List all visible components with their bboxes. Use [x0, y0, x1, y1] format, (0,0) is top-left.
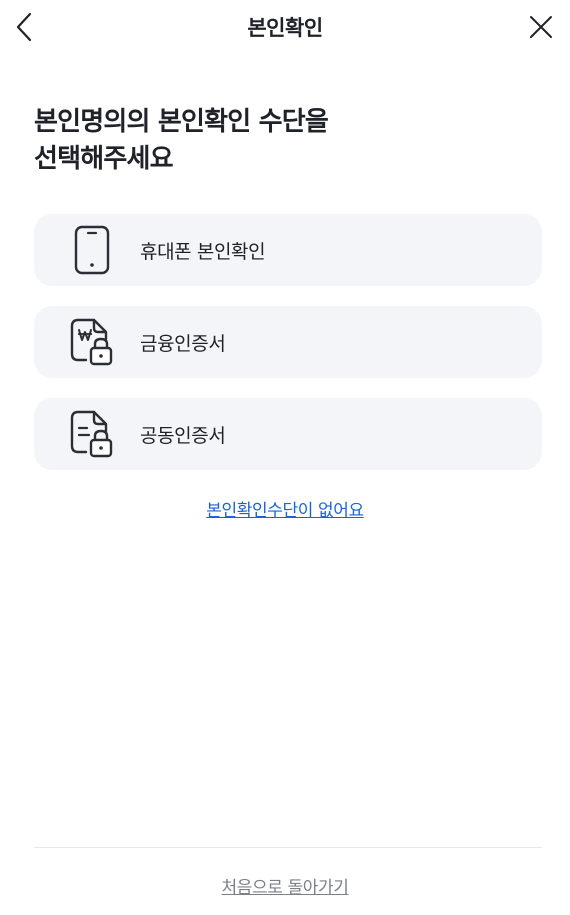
headline-line-1: 본인명의의 본인확인 수단을 — [34, 107, 329, 137]
headline-line-2: 선택해주세요 — [34, 144, 174, 174]
header: 본인확인 — [0, 0, 570, 54]
option-joint-certificate[interactable]: 공동인증서 — [34, 398, 542, 470]
option-label: 금융인증서 — [140, 333, 226, 355]
option-label: 공동인증서 — [140, 425, 226, 447]
auth-method-list: 휴대폰 본인확인 금융인증서 공동인증서 — [34, 214, 542, 490]
no-method-link-container: 본인확인수단이 없어요 — [0, 496, 570, 521]
document-lock-icon — [66, 408, 118, 460]
option-mobile-phone[interactable]: 휴대폰 본인확인 — [34, 214, 542, 286]
close-icon — [530, 16, 552, 38]
headline: 본인명의의 본인확인 수단을 선택해주세요 — [34, 104, 514, 178]
option-financial-certificate[interactable]: 금융인증서 — [34, 306, 542, 378]
back-home-link-container: 처음으로 돌아가기 — [0, 873, 570, 898]
divider — [34, 847, 542, 848]
option-label: 휴대폰 본인확인 — [140, 241, 266, 263]
won-document-lock-icon — [66, 316, 118, 368]
back-to-start-link[interactable]: 처음으로 돌아가기 — [222, 878, 349, 898]
no-method-link[interactable]: 본인확인수단이 없어요 — [206, 501, 364, 521]
page-title: 본인확인 — [247, 16, 323, 40]
close-button[interactable] — [526, 12, 556, 42]
smartphone-icon — [66, 224, 118, 276]
